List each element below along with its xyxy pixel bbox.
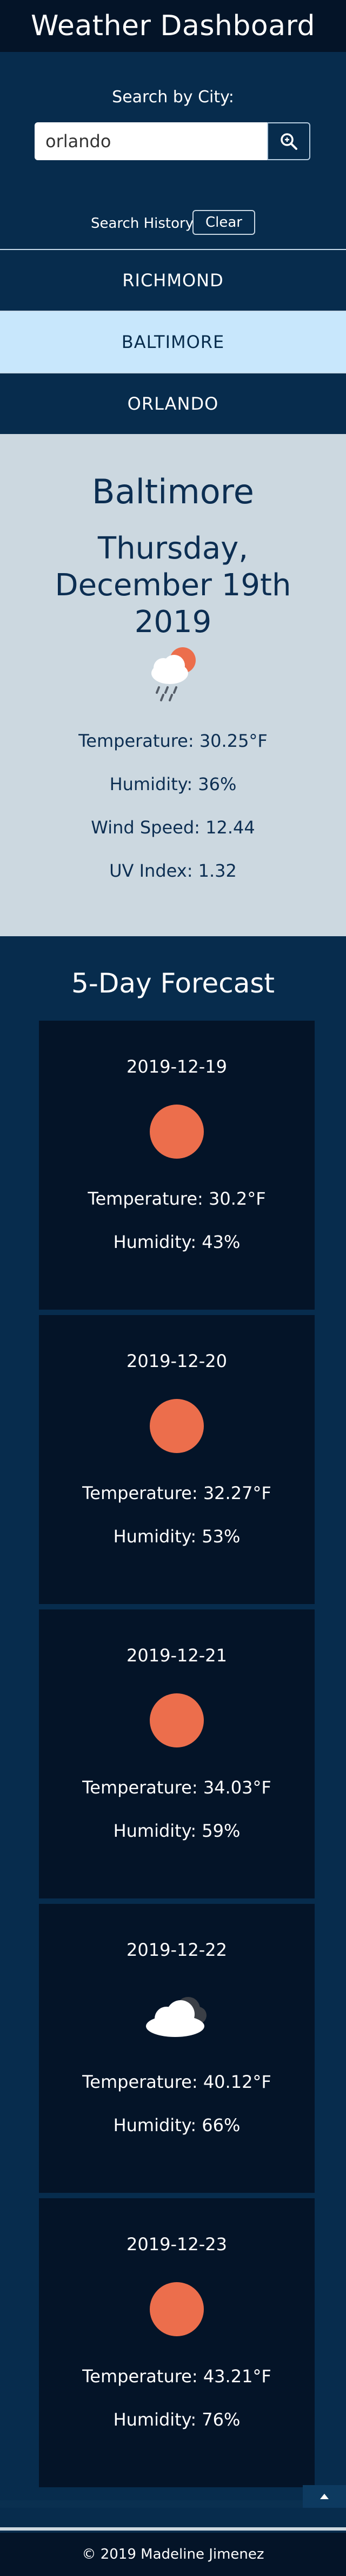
- forecast-humidity: Humidity: 59%: [113, 1821, 241, 1841]
- forecast-temperature: Temperature: 34.03°F: [82, 1777, 271, 1798]
- forecast-date: 2019-12-21: [127, 1645, 227, 1666]
- back-to-top-button[interactable]: [303, 2485, 346, 2508]
- current-humidity: Humidity: 36%: [109, 774, 237, 794]
- search-label: Search by City:: [112, 88, 234, 107]
- history-item[interactable]: RICHMOND: [0, 249, 346, 311]
- forecast-temperature: Temperature: 43.21°F: [82, 2366, 271, 2387]
- search-history-list: RICHMOND BALTIMORE ORLANDO: [0, 249, 346, 434]
- current-weather-panel: Baltimore Thursday, December 19th 2019 T…: [0, 434, 346, 936]
- footer-divider: [0, 2527, 346, 2531]
- current-date: Thursday, December 19th 2019: [55, 531, 291, 640]
- forecast-card: 2019-12-21 Temperature: 34.03°F Humidity…: [39, 1609, 315, 1898]
- current-temperature: Temperature: 30.25°F: [78, 731, 268, 751]
- current-wind-speed: Wind Speed: 12.44: [91, 817, 255, 838]
- forecast-section: 5-Day Forecast 2019-12-19 Temperature: 3…: [0, 936, 346, 2533]
- forecast-temperature: Temperature: 40.12°F: [82, 2072, 271, 2092]
- forecast-humidity: Humidity: 66%: [113, 2115, 241, 2135]
- sun-icon: [150, 2282, 204, 2336]
- rain-cloud-sun-icon: [151, 647, 196, 701]
- search-history-label: Search History: [91, 215, 194, 232]
- forecast-card: 2019-12-20 Temperature: 32.27°F Humidity…: [39, 1315, 315, 1604]
- sun-icon: [150, 1693, 204, 1747]
- forecast-humidity: Humidity: 53%: [113, 1526, 241, 1547]
- history-item[interactable]: ORLANDO: [0, 372, 346, 434]
- forecast-humidity: Humidity: 43%: [113, 1232, 241, 1252]
- clear-history-button[interactable]: Clear: [192, 210, 255, 235]
- arrow-up-icon: [320, 2494, 329, 2499]
- forecast-humidity: Humidity: 76%: [113, 2409, 241, 2430]
- forecast-temperature: Temperature: 30.2°F: [88, 1188, 266, 1209]
- search-icon: [281, 133, 297, 150]
- forecast-card: 2019-12-23 Temperature: 43.21°F Humidity…: [39, 2198, 315, 2487]
- current-uv-index: UV Index: 1.32: [109, 860, 237, 881]
- page-title: Weather Dashboard: [30, 10, 316, 42]
- forecast-date: 2019-12-22: [127, 1940, 227, 1960]
- forecast-card: 2019-12-19 Temperature: 30.2°F Humidity:…: [39, 1021, 315, 1310]
- forecast-date: 2019-12-20: [127, 1351, 227, 1371]
- forecast-title: 5-Day Forecast: [71, 968, 275, 999]
- forecast-temperature: Temperature: 32.27°F: [82, 1483, 271, 1503]
- sun-icon: [150, 1105, 204, 1159]
- forecast-card: 2019-12-22 Temperature: 40.12°F Humidity…: [39, 1904, 315, 2193]
- copyright-text: © 2019 Madeline Jimenez: [82, 2546, 264, 2562]
- city-search-input[interactable]: [35, 122, 267, 160]
- footer: © 2019 Madeline Jimenez: [0, 2533, 346, 2576]
- search-section: Search by City: Search History Clear: [0, 52, 346, 249]
- current-city-name: Baltimore: [92, 472, 254, 511]
- cloud-icon: [146, 1997, 207, 2037]
- history-item[interactable]: BALTIMORE: [0, 311, 346, 372]
- back-to-top-strip: [0, 2500, 303, 2508]
- forecast-date: 2019-12-19: [127, 1056, 227, 1077]
- search-button[interactable]: [267, 122, 310, 160]
- app-header: Weather Dashboard: [0, 0, 346, 52]
- sun-icon: [150, 1399, 204, 1453]
- forecast-date: 2019-12-23: [127, 2234, 227, 2255]
